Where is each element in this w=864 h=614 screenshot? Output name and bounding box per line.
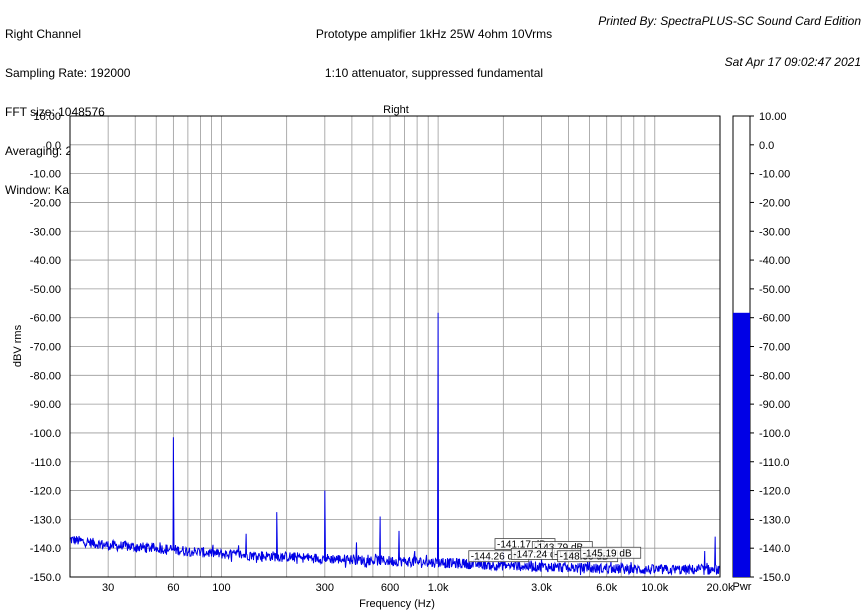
- spectrum-chart: -141.17 dB-143.79 dB-144.26 dB-147.24 dB…: [12, 104, 790, 610]
- meter-tick-label: 0.0: [759, 140, 774, 152]
- y-tick-label: -150.0: [30, 572, 61, 584]
- y-axis-label: dBV rms: [12, 324, 24, 367]
- y-tick-label: -40.00: [30, 255, 61, 267]
- x-tick-label: 300: [316, 582, 334, 594]
- x-tick-label: 3.0k: [531, 582, 552, 594]
- y-tick-label: -90.00: [30, 399, 61, 411]
- meter-tick-label: -70.00: [759, 342, 790, 354]
- meter-tick-label: -80.00: [759, 370, 790, 382]
- x-tick-label: 6.0k: [596, 582, 617, 594]
- y-tick-label: -130.0: [30, 514, 61, 526]
- meter-tick-label: -100.0: [759, 428, 790, 440]
- meter-tick-label: -10.00: [759, 169, 790, 181]
- y-tick-label: -10.00: [30, 169, 61, 181]
- meter-tick-label: -150.0: [759, 572, 790, 584]
- meter-tick-label: -20.00: [759, 197, 790, 209]
- y-axis: 10.00 0.0 -10.00 -20.00 -30.00 -40.00 -50.00 -6…: [30, 111, 61, 584]
- meter-tick-label: -60.00: [759, 313, 790, 325]
- x-tick-label: 60: [167, 582, 179, 594]
- chart-title: Right: [383, 104, 409, 116]
- x-tick-label: 100: [212, 582, 230, 594]
- y-tick-label: -100.0: [30, 428, 61, 440]
- y-tick-label: -50.00: [30, 284, 61, 296]
- x-axis: 30 60 100 300 600 1.0k 3.0k 6.0k 10.0k 20.0k: [102, 582, 734, 594]
- meter-bar: [733, 312, 750, 577]
- x-axis-label: Frequency (Hz): [359, 598, 435, 610]
- y-tick-label: -70.00: [30, 342, 61, 354]
- y-tick-label: -80.00: [30, 370, 61, 382]
- y-tick-label: 10.00: [33, 111, 61, 123]
- x-tick-label: 20.0k: [707, 582, 734, 594]
- y-tick-label: 0.0: [46, 140, 61, 152]
- x-tick-label: 1.0k: [428, 582, 449, 594]
- meter-tick-label: -110.0: [759, 457, 789, 469]
- y-tick-label: -60.00: [30, 313, 61, 325]
- y-tick-label: -20.00: [30, 197, 61, 209]
- y-tick-label: -110.0: [31, 457, 61, 469]
- y-tick-label: -120.0: [30, 486, 61, 498]
- meter-label: Pwr: [733, 581, 752, 593]
- y-tick-label: -140.0: [30, 543, 61, 555]
- meter-tick-label: -140.0: [759, 543, 790, 555]
- peak-annotation: -145.19 dB: [580, 546, 642, 559]
- meter-tick-label: 10.00: [759, 111, 787, 123]
- meter-tick-label: -130.0: [759, 514, 790, 526]
- meter-tick-label: -30.00: [759, 226, 790, 238]
- meter-tick-label: -50.00: [759, 284, 790, 296]
- meter-tick-label: -40.00: [759, 255, 790, 267]
- x-tick-label: 10.0k: [641, 582, 668, 594]
- meter-tick-label: -120.0: [759, 486, 790, 498]
- y-tick-label: -30.00: [30, 226, 61, 238]
- x-tick-label: 30: [102, 582, 114, 594]
- meter-tick-label: -90.00: [759, 399, 790, 411]
- annotation-label: -145.19 dB: [583, 548, 632, 559]
- level-meter: 10.00 0.0 -10.00 -20.00 -30.00 -40.00 -50.00 -6…: [732, 111, 790, 584]
- x-tick-label: 600: [381, 582, 399, 594]
